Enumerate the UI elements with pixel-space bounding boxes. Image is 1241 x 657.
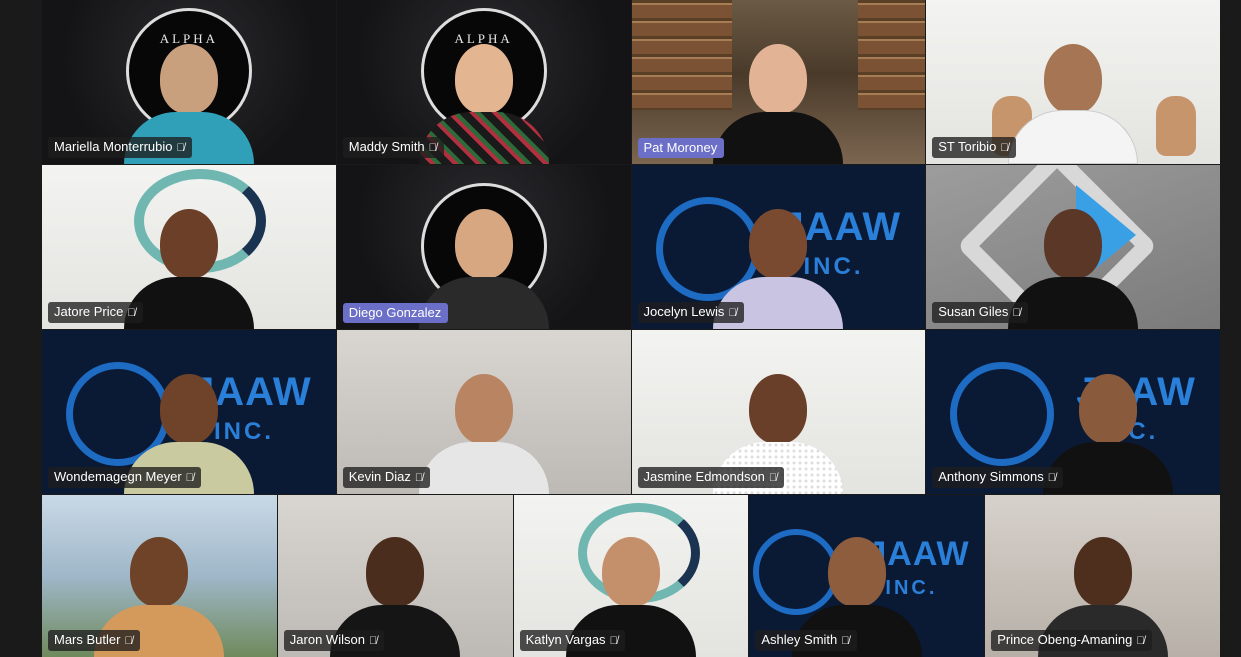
participant-name: ST Toribio [938, 139, 997, 154]
participant-name-tag-active: Diego Gonzalez [342, 303, 449, 323]
video-tile-jatore-price[interactable]: Jatore Price 🎙̸ [42, 165, 336, 329]
video-tile-mariella-monterrubio[interactable]: ALPHA Mariella Monterrubio 🎙̸ [42, 0, 336, 164]
participant-video [1008, 44, 1139, 164]
participant-name: Katlyn Vargas [525, 632, 606, 647]
muted-mic-icon: 🎙̸ [1136, 635, 1145, 647]
participant-name-tag: Wondemagegn Meyer 🎙̸ [48, 467, 201, 488]
participant-name-tag: Mars Butler 🎙̸ [48, 630, 140, 651]
participant-name: Jaron Wilson [289, 632, 365, 647]
muted-mic-icon: 🎙̸ [841, 635, 850, 647]
video-tile-anthony-simmons[interactable]: JAAW INC. Anthony Simmons🎙̸ [926, 330, 1220, 494]
muted-mic-icon: 🎙̸ [728, 307, 737, 319]
muted-mic-icon: 🎙̸ [185, 472, 194, 484]
participant-name-tag: Susan Giles 🎙̸ [932, 302, 1028, 323]
participant-name: Maddy Smith [348, 139, 425, 154]
participant-name: Diego Gonzalez [348, 305, 442, 320]
participant-name-tag: Mariella Monterrubio 🎙̸ [48, 137, 192, 158]
video-tile-pat-moroney[interactable]: Pat Moroney [631, 0, 926, 164]
muted-mic-icon: 🎙̸ [414, 472, 424, 484]
participant-video [1008, 209, 1139, 329]
participant-name-tag: Jocelyn Lewis 🎙̸ [637, 302, 744, 323]
participant-name: Kevin Diaz [348, 469, 411, 484]
video-tile-diego-gonzalez[interactable]: Diego Gonzalez [336, 165, 631, 329]
jaaw-logo-icon [950, 362, 1055, 466]
muted-mic-icon: 🎙̸ [768, 472, 778, 484]
participant-name: Jatore Price [54, 304, 124, 319]
bookshelf-background [857, 0, 926, 110]
gallery-row-3: JAAW INC. Wondemagegn Meyer 🎙̸ Kevin Diaz… [42, 330, 1220, 494]
muted-mic-icon: 🎙̸ [1047, 472, 1056, 484]
participant-name: Mars Butler [54, 632, 121, 647]
participant-name: Wondemagegn Meyer [54, 469, 182, 484]
video-tile-ashley-smith[interactable]: JAAW INC. Ashley Smith 🎙̸ [749, 495, 985, 657]
video-tile-susan-giles[interactable]: Susan Giles 🎙̸ [926, 165, 1220, 329]
video-call-window: { "participants": [ {"name":"Mariella Mo… [0, 0, 1241, 657]
participant-name: Pat Moroney [643, 140, 718, 155]
participant-name-tag-active: Pat Moroney [637, 138, 725, 158]
muted-mic-icon: 🎙̸ [1000, 142, 1009, 154]
gallery-row-1: ALPHA Mariella Monterrubio 🎙̸ ALPHA Maddy… [42, 0, 1220, 164]
video-tile-jasmine-edmondson[interactable]: Jasmine Edmondson 🎙̸ [631, 330, 926, 494]
participant-name-tag: Anthony Simmons 🎙̸ [932, 467, 1063, 488]
muted-mic-icon: 🎙̸ [609, 635, 618, 647]
video-tile-jocelyn-lewis[interactable]: JAAW INC. Jocelyn Lewis 🎙̸ [631, 165, 926, 329]
participant-name-tag: ST Toribio 🎙̸ [932, 137, 1016, 158]
participant-name: Anthony Simmons [938, 469, 1044, 484]
participant-video [418, 374, 549, 494]
participant-name: Susan Giles [938, 304, 1009, 319]
participant-name: Jasmine Edmondson [643, 469, 765, 484]
muted-mic-icon: 🎙̸ [1012, 307, 1021, 319]
thumbs-up-hand [1156, 96, 1196, 156]
video-tile-katlyn-vargas[interactable]: Katlyn Vargas 🎙̸ [513, 495, 749, 657]
gallery-row-4: Mars Butler 🎙̸ Jaron Wilson 🎙̸ Katlyn Varg… [42, 495, 1220, 657]
gallery-view-grid: ALPHA Mariella Monterrubio 🎙̸ ALPHA Maddy… [42, 0, 1220, 657]
participant-name: Ashley Smith [761, 632, 838, 647]
participant-name-tag: Jasmine Edmondson 🎙̸ [637, 467, 785, 488]
video-tile-mars-butler[interactable]: Mars Butler 🎙̸ [42, 495, 277, 657]
participant-name: Prince Obeng-Amaning [997, 632, 1133, 647]
participant-name: Jocelyn Lewis [643, 304, 725, 319]
video-tile-jaron-wilson[interactable]: Jaron Wilson 🎙̸ [277, 495, 513, 657]
muted-mic-icon: 🎙̸ [124, 635, 133, 647]
video-tile-wondemagegn-meyer[interactable]: JAAW INC. Wondemagegn Meyer 🎙̸ [42, 330, 336, 494]
video-tile-prince-obeng-amaning[interactable]: Prince Obeng-Amaning 🎙̸ [985, 495, 1220, 657]
participant-name-tag: Prince Obeng-Amaning 🎙̸ [991, 630, 1152, 651]
participant-name-tag: Maddy Smith 🎙̸ [342, 137, 444, 158]
muted-mic-icon: 🎙̸ [176, 142, 185, 154]
video-tile-st-toribio[interactable]: ST Toribio 🎙̸ [926, 0, 1220, 164]
participant-name-tag: Jaron Wilson 🎙̸ [283, 630, 385, 651]
video-tile-kevin-diaz[interactable]: Kevin Diaz 🎙̸ [336, 330, 631, 494]
participant-name-tag: Katlyn Vargas 🎙̸ [519, 630, 625, 651]
participant-name-tag: Ashley Smith 🎙̸ [755, 630, 857, 651]
participant-name: Mariella Monterrubio [54, 139, 173, 154]
muted-mic-icon: 🎙̸ [428, 142, 437, 154]
gallery-row-2: Jatore Price 🎙̸ Diego Gonzalez JAAW INC. … [42, 165, 1220, 329]
participant-video [713, 44, 844, 164]
participant-name-tag: Kevin Diaz 🎙̸ [342, 467, 431, 488]
participant-video [123, 209, 254, 329]
muted-mic-icon: 🎙̸ [368, 635, 378, 647]
muted-mic-icon: 🎙̸ [127, 307, 136, 319]
participant-name-tag: Jatore Price 🎙̸ [48, 302, 143, 323]
window-edge [1220, 0, 1241, 657]
video-tile-maddy-smith[interactable]: ALPHA Maddy Smith 🎙̸ [336, 0, 631, 164]
